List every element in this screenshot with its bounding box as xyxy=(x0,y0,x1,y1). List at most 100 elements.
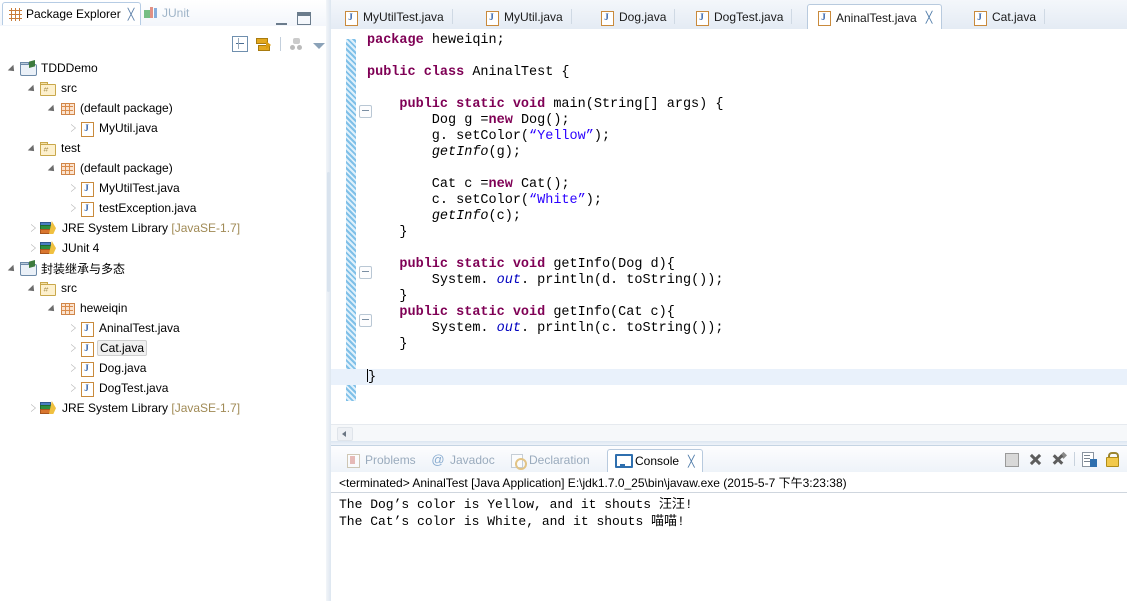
java-file-icon: J xyxy=(80,121,94,137)
collapse-all-icon[interactable] xyxy=(232,36,248,52)
view-tab-package-explorer[interactable]: Package Explorer ╳ xyxy=(2,2,142,25)
tree-item[interactable]: ⌗ src xyxy=(0,78,326,98)
pin-console-icon[interactable] xyxy=(1082,451,1098,467)
close-icon[interactable]: ╳ xyxy=(926,11,933,24)
code-text[interactable]: package heweiqin; public class AninalTes… xyxy=(331,29,1127,441)
editor-tab-cat-java[interactable]: J Cat.java xyxy=(964,5,1046,29)
java-file-icon: J xyxy=(817,10,831,26)
editor-area: J MyUtilTest.java J MyUtil.java J Dog.java J Do… xyxy=(331,0,1127,601)
tree-item[interactable]: J AninalTest.java xyxy=(0,318,326,338)
tree-item[interactable]: ⌗ src xyxy=(0,278,326,298)
tree-item[interactable]: (default package) xyxy=(0,158,326,178)
tree-expand-arrow[interactable] xyxy=(28,78,40,98)
editor-horizontal-scrollbar[interactable] xyxy=(331,424,1127,441)
remove-all-terminated-icon[interactable] xyxy=(1051,451,1067,467)
view-menu-icon[interactable] xyxy=(289,36,305,52)
maximize-button[interactable] xyxy=(297,12,311,25)
view-tab-label: Package Explorer xyxy=(26,7,121,21)
source-folder-icon: ⌗ xyxy=(40,141,56,156)
tree-expand-arrow[interactable] xyxy=(48,98,60,118)
tree-expand-arrow[interactable] xyxy=(68,178,80,198)
jre-library-icon xyxy=(40,401,57,415)
editor-tab-dogtest-java[interactable]: J DogTest.java xyxy=(686,5,793,29)
tree-item[interactable]: JtestException.java xyxy=(0,198,326,218)
tree-item[interactable]: heweiqin xyxy=(0,298,326,318)
editor-tab-myutil-java[interactable]: J MyUtil.java xyxy=(476,5,572,29)
console-tab-console[interactable]: Console ╳ xyxy=(607,449,703,472)
code-line: public class AninalTest { xyxy=(367,65,570,80)
tree-expand-arrow[interactable] xyxy=(8,58,20,78)
view-chevron-down-icon[interactable] xyxy=(313,43,325,49)
view-tab-label: JUnit xyxy=(162,6,190,20)
tree-expand-arrow[interactable] xyxy=(48,158,60,178)
editor-tab-aninaltest-java[interactable]: J AninalTest.java ╳ xyxy=(807,4,943,31)
tree-expand-arrow[interactable] xyxy=(68,378,80,398)
java-file-icon: J xyxy=(485,10,499,26)
view-tab-junit[interactable]: JUnit xyxy=(138,2,195,24)
tree-item[interactable]: (default package) xyxy=(0,98,326,118)
tree-expand-arrow[interactable] xyxy=(8,258,20,278)
console-output[interactable]: The Dog’s color is Yellow, and it shouts… xyxy=(339,496,1119,530)
remove-launch-icon[interactable] xyxy=(1028,451,1044,467)
java-source-editor[interactable]: package heweiqin; public class AninalTes… xyxy=(331,29,1127,441)
tree-item-label: MyUtilTest.java xyxy=(99,181,180,195)
package-icon xyxy=(60,101,75,115)
scroll-lock-icon[interactable] xyxy=(1105,451,1121,467)
console-launch-header: <terminated> AninalTest [Java Applicatio… xyxy=(339,476,847,490)
tab-separator xyxy=(791,9,793,24)
tree-item-label: src xyxy=(61,81,77,95)
console-tab-javadoc[interactable]: @ Javadoc xyxy=(424,449,502,471)
tree-expand-arrow[interactable] xyxy=(68,198,80,218)
tree-expand-arrow[interactable] xyxy=(48,298,60,318)
tree-expand-arrow[interactable] xyxy=(28,278,40,298)
tree-item[interactable]: JRE System Library [JavaSE-1.7] xyxy=(0,218,326,238)
tree-expand-arrow[interactable] xyxy=(28,398,40,418)
editor-tab-myutiltest-java[interactable]: J MyUtilTest.java xyxy=(335,5,453,29)
jre-library-icon xyxy=(40,221,57,235)
console-icon xyxy=(615,454,633,468)
package-explorer-toolbar xyxy=(232,36,325,52)
tree-item-label: test xyxy=(61,141,81,155)
code-line: } xyxy=(367,337,408,352)
tree-item-label: heweiqin xyxy=(80,301,128,315)
console-tab-declaration[interactable]: Declaration xyxy=(503,449,597,471)
tree-expand-arrow[interactable] xyxy=(68,118,80,138)
tree-item-label: JRE System Library [JavaSE-1.7] xyxy=(62,401,241,415)
tree-item[interactable]: 封装继承与多态 xyxy=(0,258,326,278)
tree-item[interactable]: J DogTest.java xyxy=(0,378,326,398)
tree-item[interactable]: JUnit 4 xyxy=(0,238,326,258)
tree-expand-arrow[interactable] xyxy=(28,218,40,238)
console-tab-problems[interactable]: Problems xyxy=(339,449,423,471)
minimize-button[interactable] xyxy=(276,14,287,25)
java-file-icon: J xyxy=(80,381,94,397)
close-icon[interactable]: ╳ xyxy=(688,455,695,468)
folding-range-indicator xyxy=(346,39,356,401)
code-line: } xyxy=(331,369,1127,385)
tree-item[interactable]: ⌗ test xyxy=(0,138,326,158)
tree-expand-arrow[interactable] xyxy=(28,238,40,258)
tree-item[interactable]: TDDDemo xyxy=(0,58,326,78)
tree-expand-arrow[interactable] xyxy=(68,358,80,378)
tree-expand-arrow[interactable] xyxy=(68,318,80,338)
tree-item[interactable]: JRE System Library [JavaSE-1.7] xyxy=(0,398,326,418)
tree-expand-arrow[interactable] xyxy=(68,338,80,358)
close-icon[interactable]: ╳ xyxy=(128,8,135,21)
tree-expand-arrow[interactable] xyxy=(28,138,40,158)
link-with-editor-icon[interactable] xyxy=(256,36,272,52)
editor-tab-label: MyUtilTest.java xyxy=(363,10,444,24)
editor-tab-dog-java[interactable]: J Dog.java xyxy=(591,5,676,29)
tree-item[interactable]: J Cat.java xyxy=(0,338,326,358)
project-tree[interactable]: TDDDemo ⌗ src (default package) J MyUtil.java… xyxy=(0,58,326,418)
code-line: Cat c =new Cat(); xyxy=(367,177,570,192)
java-file-icon: J xyxy=(695,10,709,26)
scrollbar-thumb[interactable] xyxy=(337,427,353,441)
terminate-icon[interactable] xyxy=(1005,451,1021,467)
eclipse-ide-window: Package Explorer ╳ JUnit TDDDemo ⌗ src (def… xyxy=(0,0,1127,601)
console-output-line: The Dog’s color is Yellow, and it shouts… xyxy=(339,497,693,512)
tree-item[interactable]: J Dog.java xyxy=(0,358,326,378)
tree-item-label: MyUtil.java xyxy=(99,121,158,135)
tree-item[interactable]: J MyUtilTest.java xyxy=(0,178,326,198)
tree-item[interactable]: J MyUtil.java xyxy=(0,118,326,138)
